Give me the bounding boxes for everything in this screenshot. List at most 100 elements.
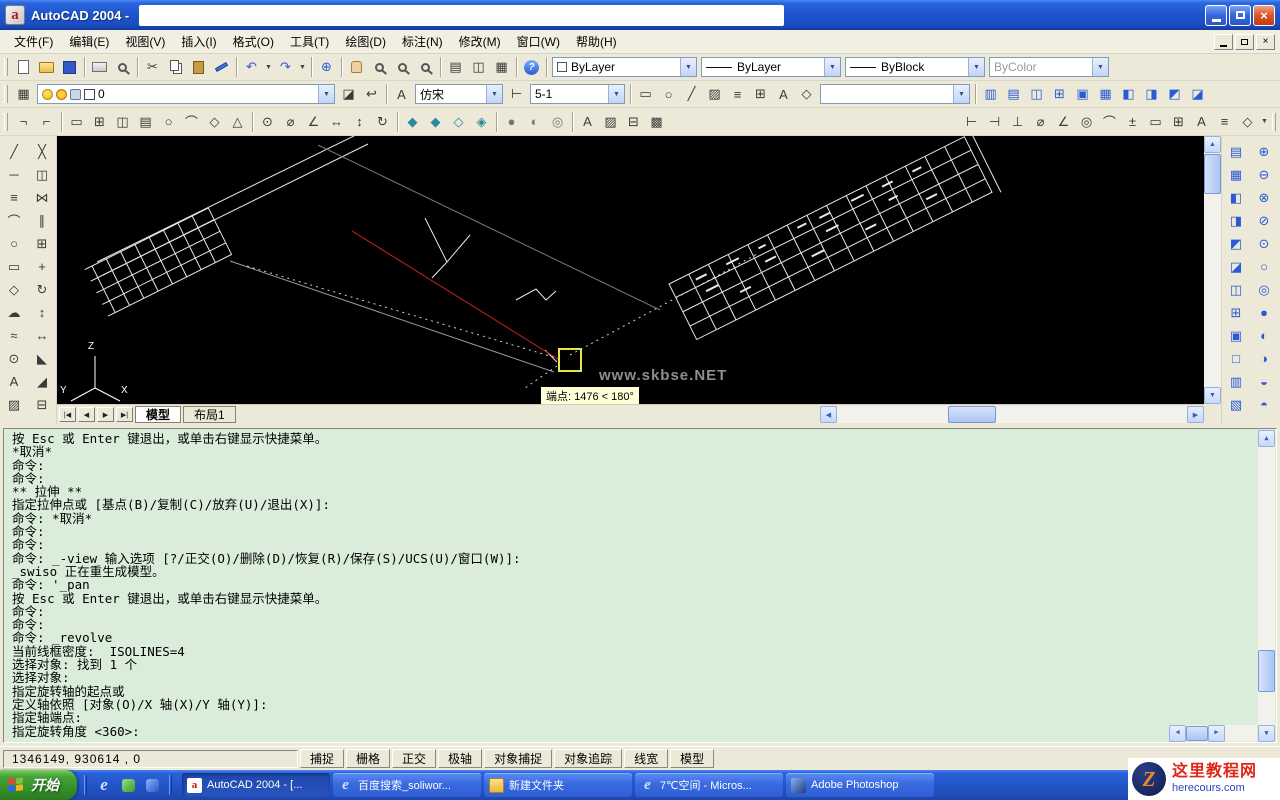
draworder-tool-icon[interactable] <box>35 110 58 133</box>
spline-icon[interactable] <box>3 324 26 347</box>
mdi-close-button[interactable]: × <box>1256 34 1275 50</box>
orbit-tool-icon[interactable] <box>1253 232 1276 255</box>
menu-edit[interactable]: 编辑(E) <box>61 29 117 54</box>
ucs-tool-icon[interactable] <box>279 110 302 133</box>
menu-window[interactable]: 窗口(W) <box>509 29 568 54</box>
taskbar-grip[interactable] <box>84 775 87 795</box>
property-tool-icon[interactable] <box>657 83 680 106</box>
view-tool-icon[interactable] <box>1225 347 1248 370</box>
ucs-tool-icon[interactable] <box>256 110 279 133</box>
offset-icon[interactable] <box>31 209 54 232</box>
explode-icon[interactable] <box>31 393 54 416</box>
redo-dropdown-icon[interactable] <box>297 56 308 79</box>
combo-dropdown-icon[interactable] <box>486 85 502 103</box>
shade-tool-icon[interactable] <box>424 110 447 133</box>
diameter-dimension-icon[interactable] <box>1029 110 1052 133</box>
view-tool-icon[interactable] <box>1225 370 1248 393</box>
combo-dropdown-icon[interactable] <box>968 58 984 76</box>
table-tool-icon[interactable] <box>1163 83 1186 106</box>
scroll-right-icon[interactable] <box>1187 406 1204 423</box>
draworder-tool-icon[interactable] <box>12 110 35 133</box>
aligned-dimension-icon[interactable] <box>983 110 1006 133</box>
undo-icon[interactable] <box>240 56 263 79</box>
table-tool-icon[interactable] <box>979 83 1002 106</box>
combo-dropdown-icon[interactable] <box>608 85 624 103</box>
menu-modify[interactable]: 修改(M) <box>451 29 509 54</box>
construction-line-icon[interactable] <box>3 163 26 186</box>
mirror-icon[interactable] <box>31 186 54 209</box>
arc-icon[interactable] <box>3 209 26 232</box>
region-tool-icon[interactable] <box>622 110 645 133</box>
tab-prev-icon[interactable] <box>78 407 95 422</box>
array-icon[interactable] <box>31 232 54 255</box>
textstyle-combo[interactable]: 仿宋 <box>415 84 503 104</box>
ucs-tool-icon[interactable] <box>371 110 394 133</box>
rectangle-icon[interactable] <box>3 255 26 278</box>
orbit-tool-icon[interactable] <box>1253 324 1276 347</box>
line-icon[interactable] <box>3 140 26 163</box>
menu-file[interactable]: 文件(F) <box>6 29 61 54</box>
scroll-left-icon[interactable] <box>820 406 837 423</box>
layer-freeze-sun-icon[interactable] <box>56 89 67 100</box>
orbit-tool-icon[interactable] <box>1253 163 1276 186</box>
view-tool-icon[interactable] <box>1225 163 1248 186</box>
dim-style-icon[interactable] <box>505 83 528 106</box>
toolbar-grip[interactable] <box>4 113 8 131</box>
show-desktop-icon[interactable] <box>118 775 138 795</box>
view-tool-icon[interactable] <box>1225 232 1248 255</box>
property-tool-icon[interactable] <box>749 83 772 106</box>
orbit-tool-icon[interactable] <box>1253 186 1276 209</box>
dimension-text-edit-icon[interactable] <box>1190 110 1213 133</box>
linetype-combo[interactable]: ByLayer <box>701 57 841 77</box>
view-tool-icon[interactable] <box>157 110 180 133</box>
scroll-up-icon[interactable] <box>1204 136 1221 153</box>
orbit-tool-icon[interactable] <box>1253 393 1276 416</box>
hyperlink-icon[interactable] <box>315 56 338 79</box>
menu-draw[interactable]: 绘图(D) <box>337 29 394 54</box>
view-tool-icon[interactable] <box>1225 301 1248 324</box>
model-toggle[interactable]: 模型 <box>670 749 714 768</box>
scroll-left-icon[interactable] <box>1169 725 1186 742</box>
match-properties-icon[interactable] <box>210 56 233 79</box>
copy-object-icon[interactable] <box>31 163 54 186</box>
multiline-icon[interactable] <box>3 186 26 209</box>
view-tool-icon[interactable] <box>1225 393 1248 416</box>
view-tool-icon[interactable] <box>1225 209 1248 232</box>
text-tool-icon[interactable] <box>576 110 599 133</box>
tab-layout1[interactable]: 布局1 <box>183 406 236 423</box>
properties-palette-icon[interactable] <box>444 56 467 79</box>
command-vertical-scrollbar[interactable] <box>1258 430 1275 742</box>
zoom-realtime-icon[interactable] <box>368 56 391 79</box>
print-preview-icon[interactable] <box>111 56 134 79</box>
orbit-tool-icon[interactable] <box>1253 301 1276 324</box>
table-tool-icon[interactable] <box>1140 83 1163 106</box>
minimize-button[interactable] <box>1205 5 1227 26</box>
site-domain[interactable]: herecours.com <box>1172 782 1257 795</box>
lineweight-combo[interactable]: ByBlock <box>845 57 985 77</box>
donut-icon[interactable] <box>3 347 26 370</box>
otrack-toggle[interactable]: 对象追踪 <box>554 749 622 768</box>
view-tool-icon[interactable] <box>88 110 111 133</box>
internet-explorer-icon[interactable]: e <box>94 775 114 795</box>
pan-icon[interactable] <box>345 56 368 79</box>
undo-dropdown-icon[interactable] <box>263 56 274 79</box>
linear-dimension-icon[interactable] <box>960 110 983 133</box>
lineweight-toggle[interactable]: 线宽 <box>624 749 668 768</box>
toolbar-grip[interactable] <box>4 85 8 103</box>
arc-dimension-icon[interactable] <box>1098 110 1121 133</box>
maximize-button[interactable] <box>1229 5 1251 26</box>
media-player-icon[interactable] <box>142 775 162 795</box>
mdi-restore-button[interactable] <box>1235 34 1254 50</box>
shade-tool-icon[interactable] <box>401 110 424 133</box>
polygon-icon[interactable] <box>3 278 26 301</box>
menu-dimension[interactable]: 标注(N) <box>394 29 451 54</box>
menu-tools[interactable]: 工具(T) <box>282 29 337 54</box>
view-tool-icon[interactable] <box>1225 324 1248 347</box>
polar-toggle[interactable]: 极轴 <box>438 749 482 768</box>
cut-icon[interactable] <box>141 56 164 79</box>
combo-dropdown-icon[interactable] <box>1092 58 1108 76</box>
snap-toggle[interactable]: 捕捉 <box>300 749 344 768</box>
tolerance-icon[interactable] <box>1121 110 1144 133</box>
help-icon[interactable] <box>520 56 543 79</box>
start-button[interactable]: 开始 <box>0 770 77 800</box>
